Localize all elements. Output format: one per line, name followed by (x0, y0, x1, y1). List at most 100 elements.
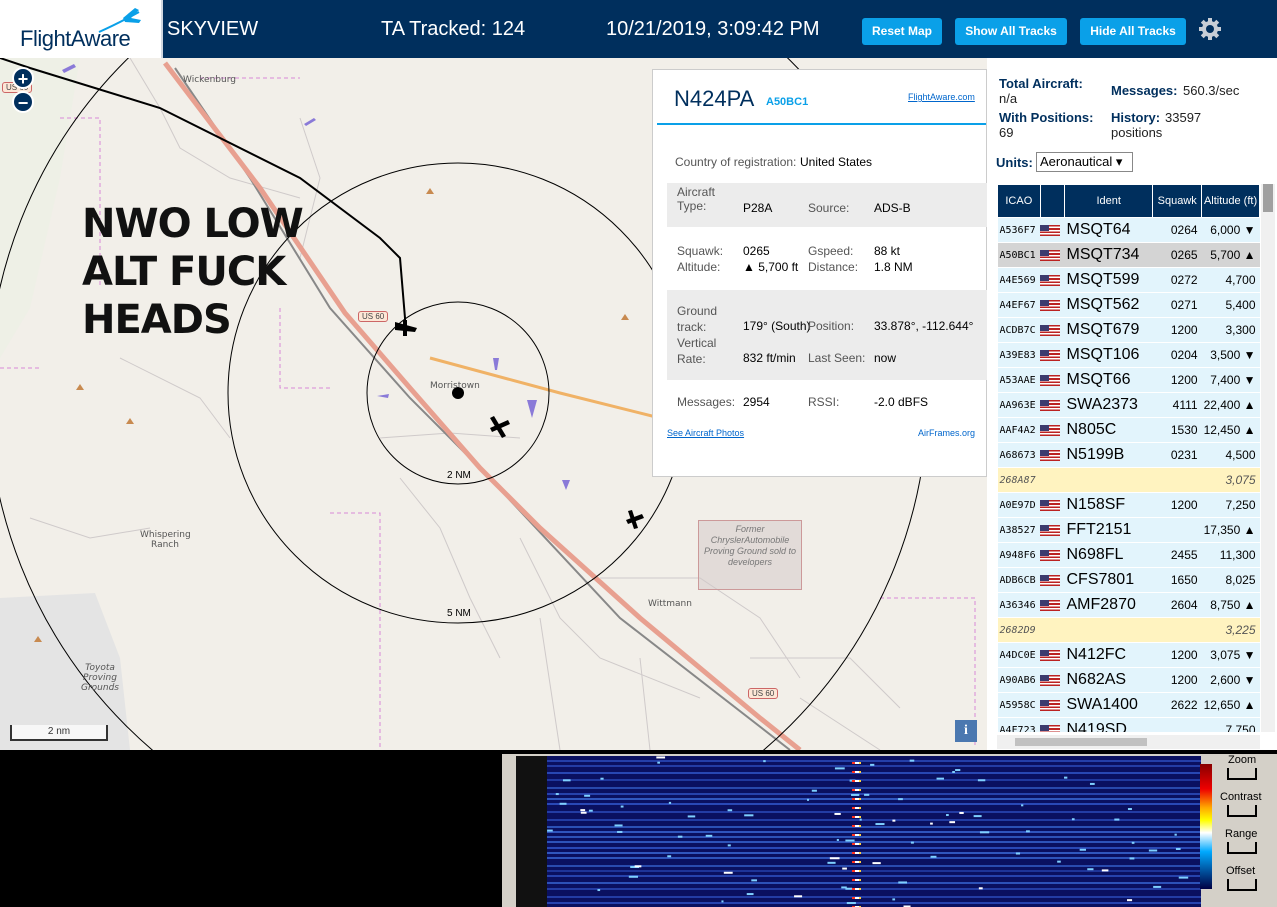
reset-map-button[interactable]: Reset Map (862, 18, 942, 45)
table-row[interactable]: A948F6 N698FL 2455 11,300 (997, 542, 1260, 568)
squawk-cell: 1200 (1152, 317, 1202, 343)
icao-cell: A5958C (997, 692, 1041, 718)
flightaware-logo[interactable]: FlightAware (0, 0, 163, 58)
place-label: Wickenburg (183, 75, 236, 85)
us-flag-icon (1040, 700, 1061, 712)
table-row[interactable]: A5958C SWA1400 2622 12,650 ▲ (997, 692, 1260, 718)
flag-cell (1040, 592, 1065, 618)
table-row[interactable]: A38527 FFT2151 17,350 ▲ (997, 517, 1260, 543)
column-header-ident[interactable]: Ident (1063, 184, 1154, 218)
waterfall-speck (959, 811, 964, 814)
table-row[interactable]: A39E83 MSQT106 0204 3,500 ▼ (997, 342, 1260, 368)
messages-label: Messages: (677, 395, 736, 409)
column-header-squawk[interactable]: Squawk (1152, 184, 1203, 218)
waterfall-speck (555, 793, 559, 796)
range-slider[interactable] (1227, 842, 1257, 854)
source-label: Source: (808, 201, 850, 215)
waterfall-signal (855, 825, 859, 827)
us-flag-icon (1040, 325, 1061, 337)
scrollbar-thumb[interactable] (1263, 184, 1273, 212)
waterfall-line (547, 803, 1201, 805)
zoom-slider[interactable] (1227, 768, 1257, 780)
waterfall-speck (1101, 869, 1109, 872)
table-row[interactable]: 268A87 3,075 (997, 467, 1260, 493)
waterfall-signal (855, 861, 859, 863)
altitude-cell: 3,075 ▼ (1201, 642, 1260, 668)
waterfall-speck (1015, 852, 1021, 855)
flightaware-link[interactable]: FlightAware.com (908, 92, 975, 102)
table-row[interactable]: A90AB6 N682AS 1200 2,600 ▼ (997, 667, 1260, 693)
waterfall-line (547, 875, 1201, 877)
waterfall-panel: Zoom Contrast Range Offset (502, 754, 1277, 907)
altitude-cell: 2,600 ▼ (1201, 667, 1260, 693)
waterfall-speck (1057, 860, 1061, 863)
gear-icon[interactable] (1196, 15, 1224, 43)
table-row[interactable]: A68673 N5199B 0231 4,500 (997, 442, 1260, 468)
waterfall-speck (588, 809, 593, 812)
zoom-out-button[interactable]: − (12, 91, 34, 113)
hide-all-tracks-button[interactable]: Hide All Tracks (1080, 18, 1186, 45)
units-select[interactable]: Aeronautical ▾ (1036, 152, 1133, 172)
table-row[interactable]: A53AAE MSQT66 1200 7,400 ▼ (997, 367, 1260, 393)
ident-cell: N698FL (1064, 542, 1153, 568)
table-row[interactable]: ACDB7C MSQT679 1200 3,300 (997, 317, 1260, 343)
waterfall-speck (864, 793, 870, 796)
table-row[interactable]: 2682D9 3,225 (997, 617, 1260, 643)
waterfall-signal (855, 843, 859, 845)
waterfall-speck (1131, 841, 1135, 844)
altitude-cell: 4,500 (1201, 442, 1260, 468)
table-row[interactable]: AAF4A2 N805C 1530 12,450 ▲ (997, 417, 1260, 443)
waterfall-speck (842, 867, 847, 870)
waterfall-speck (1175, 847, 1181, 850)
waterfall-speck (845, 839, 855, 842)
ident-cell: MSQT66 (1064, 367, 1153, 393)
total-aircraft-label: Total Aircraft: (999, 76, 1083, 91)
waterfall-frame (516, 756, 1201, 907)
waterfall-signal (855, 771, 859, 773)
waterfall-speck (979, 831, 990, 834)
table-row[interactable]: A4E569 MSQT599 0272 4,700 (997, 267, 1260, 293)
table-row[interactable]: A536F7 MSQT64 0264 6,000 ▼ (997, 217, 1260, 243)
waterfall-signal (855, 789, 859, 791)
table-row[interactable]: A36346 AMF2870 2604 8,750 ▲ (997, 592, 1260, 618)
scale-bar: 2 nm (10, 725, 108, 741)
show-all-tracks-button[interactable]: Show All Tracks (955, 18, 1067, 45)
messages-value: 2954 (743, 395, 770, 409)
table-row[interactable]: A4DC0E N412FC 1200 3,075 ▼ (997, 642, 1260, 668)
waterfall-speck (794, 895, 803, 898)
waterfall-line (547, 857, 1201, 859)
waterfall-speck (1153, 885, 1162, 888)
aircraft-photos-link[interactable]: See Aircraft Photos (667, 428, 744, 438)
info-button[interactable]: i (955, 720, 977, 742)
table-row[interactable]: AA963E SWA2373 4111 22,400 ▲ (997, 392, 1260, 418)
scrollbar-thumb[interactable] (1015, 738, 1147, 746)
squawk-cell: 1200 (1152, 492, 1202, 518)
zoom-in-button[interactable]: + (12, 67, 34, 89)
waterfall-speck (620, 805, 624, 808)
table-row[interactable]: A50BC1 MSQT734 0265 5,700 ▲ (997, 242, 1260, 268)
waterfall-line (547, 811, 1201, 813)
icao-cell: A4EF67 (997, 292, 1041, 318)
waterfall-speck (668, 801, 672, 804)
with-positions-label: With Positions: (999, 110, 1094, 125)
table-row[interactable]: ADB6CB CFS7801 1650 8,025 (997, 567, 1260, 593)
offset-slider[interactable] (1227, 879, 1257, 891)
table-vertical-scrollbar[interactable] (1261, 184, 1275, 732)
column-header-icao[interactable]: ICAO (997, 184, 1041, 218)
squawk-cell: 1200 (1152, 367, 1202, 393)
column-header-flag[interactable] (1039, 184, 1066, 218)
flag-cell (1040, 217, 1065, 243)
waterfall-speck (841, 886, 847, 889)
waterfall-line (547, 787, 1201, 789)
contrast-slider[interactable] (1227, 805, 1257, 817)
ident-cell: SWA1400 (1064, 692, 1153, 718)
table-row[interactable]: A4EF67 MSQT562 0271 5,400 (997, 292, 1260, 318)
table-row[interactable]: A4F723 N419SD 7,750 (997, 717, 1260, 732)
waterfall-display[interactable] (547, 756, 1201, 907)
squawk-cell: 4111 (1152, 392, 1202, 418)
table-horizontal-scrollbar[interactable] (997, 735, 1260, 749)
distance-value: 1.8 NM (874, 260, 913, 274)
airframes-link[interactable]: AirFrames.org (918, 428, 975, 438)
table-row[interactable]: A0E97D N158SF 1200 7,250 (997, 492, 1260, 518)
column-header-altitude[interactable]: Altitude (ft) (1201, 184, 1260, 218)
